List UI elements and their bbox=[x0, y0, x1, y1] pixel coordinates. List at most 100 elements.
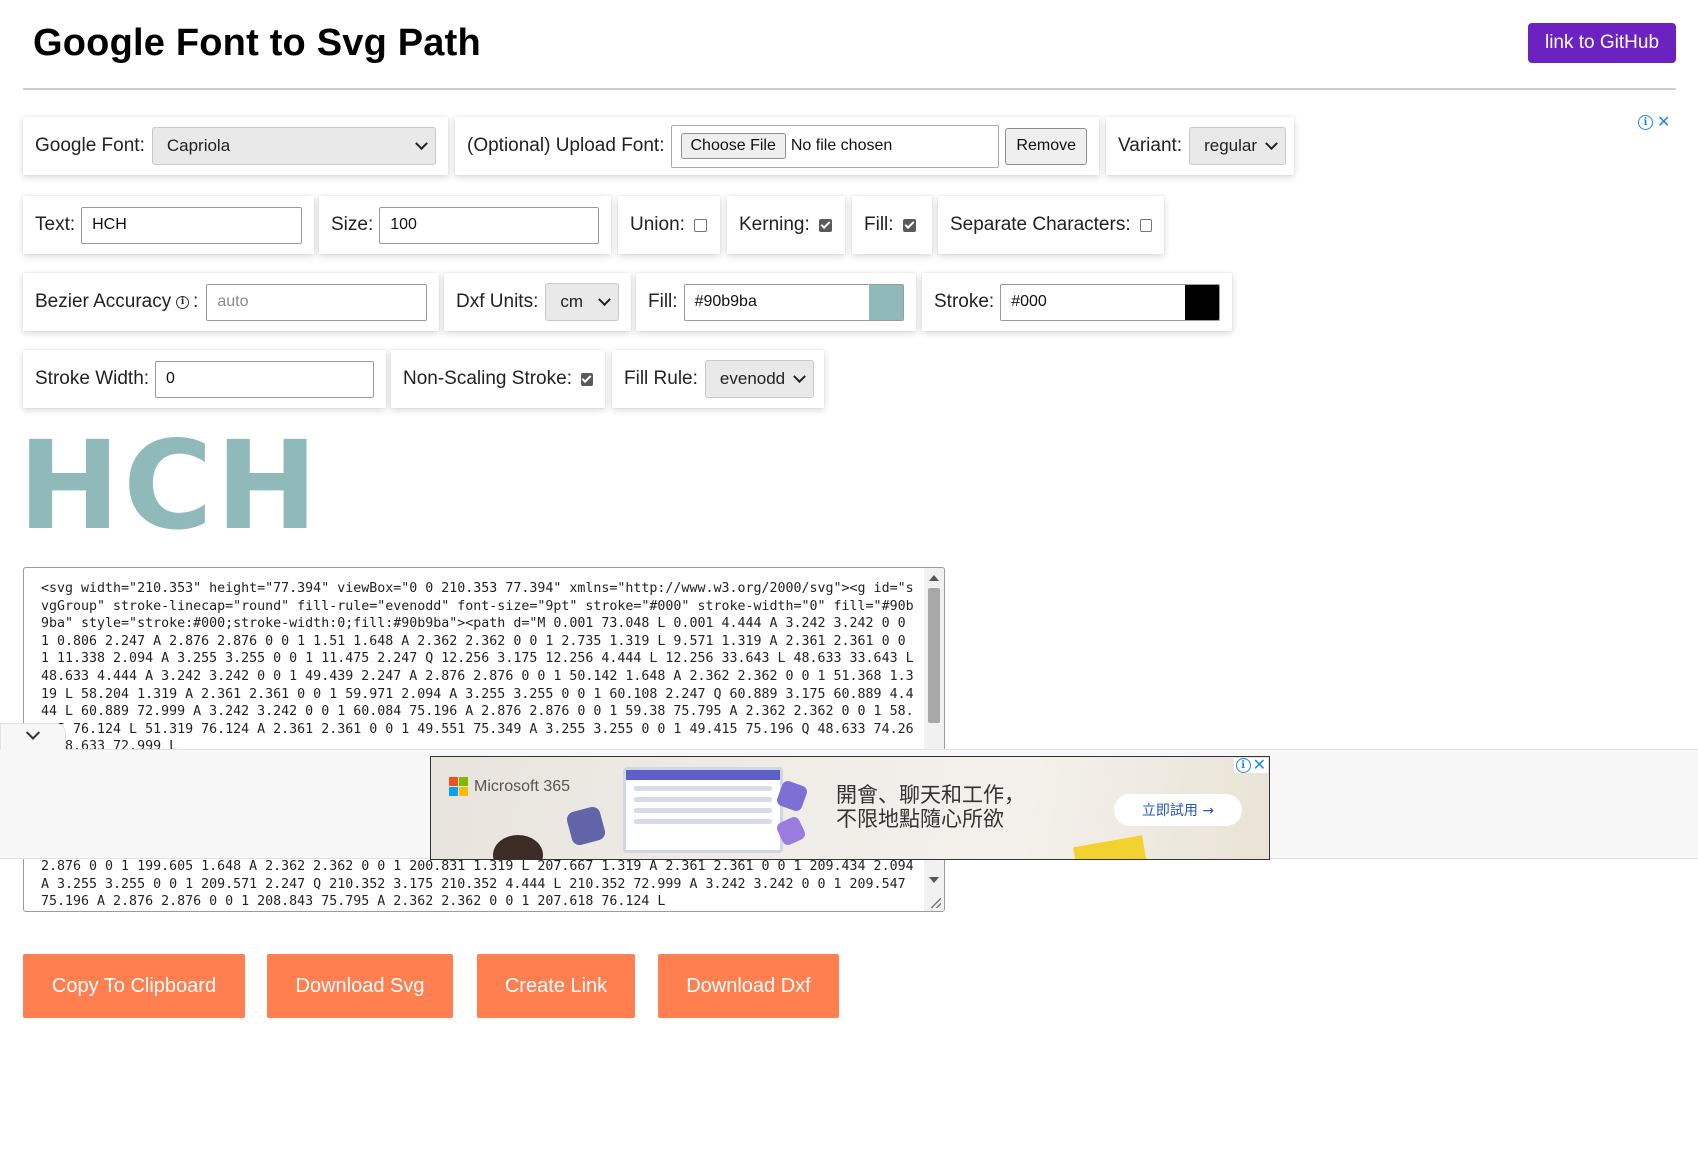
size-input-value: 100 bbox=[390, 216, 417, 233]
ad-headline: 開會、聊天和工作， 不限地點隨心所欲 bbox=[836, 783, 1025, 831]
fill-color-input[interactable]: #90b9ba bbox=[683, 283, 904, 321]
file-input[interactable]: Choose File No file chosen bbox=[670, 124, 1000, 168]
choose-file-button[interactable]: Choose File bbox=[680, 133, 786, 159]
kerning-label: Kerning: bbox=[739, 214, 810, 235]
ad-banner[interactable]: Microsoft 365 開會、聊天和工作， 不限地點隨心所欲 立即試用 → … bbox=[430, 756, 1270, 860]
fill-toggle-card: Fill: bbox=[852, 196, 932, 254]
svg-code-textarea[interactable]: <svg width="210.353" height="77.394" vie… bbox=[23, 567, 945, 912]
text-input-value: HCH bbox=[92, 216, 127, 233]
scroll-thumb[interactable] bbox=[928, 588, 940, 723]
google-font-label: Google Font: bbox=[35, 135, 145, 156]
stroke-color-label: Stroke: bbox=[934, 291, 995, 312]
create-link-button[interactable]: Create Link bbox=[477, 954, 635, 1018]
ad-close-icon[interactable]: ✕ bbox=[1253, 758, 1266, 774]
bezier-accuracy-label: Bezier Accuracy bbox=[35, 291, 172, 312]
ad-headline-line1: 開會、聊天和工作， bbox=[836, 783, 1025, 807]
teams-icon bbox=[565, 805, 607, 847]
text-card: Text: HCH bbox=[23, 196, 314, 254]
svg-code-top: <svg width="210.353" height="77.394" vie… bbox=[41, 581, 922, 755]
kerning-checkbox[interactable] bbox=[818, 218, 832, 232]
separate-characters-label: Separate Characters: bbox=[950, 214, 1131, 235]
fill-color-card: Fill: #90b9ba bbox=[636, 273, 916, 331]
fill-color-label: Fill: bbox=[648, 291, 678, 312]
non-scaling-stroke-checkbox[interactable] bbox=[580, 372, 593, 386]
separate-characters-checkbox[interactable] bbox=[1139, 218, 1152, 232]
ad-info-icon[interactable]: i bbox=[1638, 115, 1653, 130]
scroll-up-arrow-icon[interactable] bbox=[929, 575, 939, 581]
info-icon[interactable]: i bbox=[176, 295, 190, 309]
separate-characters-card: Separate Characters: bbox=[938, 196, 1164, 254]
union-label: Union: bbox=[630, 214, 685, 235]
upload-font-card: (Optional) Upload Font: Choose File No f… bbox=[455, 117, 1099, 175]
svg-code-bottom: 2.876 0 0 1 199.605 1.648 A 2.362 2.362 … bbox=[41, 859, 922, 910]
dxf-units-select[interactable]: cm bbox=[545, 283, 619, 321]
microsoft-logo-icon bbox=[449, 777, 468, 796]
stroke-width-input[interactable]: 0 bbox=[155, 360, 374, 398]
ad-close-icon[interactable]: ✕ bbox=[1657, 115, 1670, 131]
file-status: No file chosen bbox=[790, 137, 893, 154]
union-card: Union: bbox=[618, 196, 720, 254]
github-link-button[interactable]: link to GitHub bbox=[1528, 23, 1676, 63]
remove-font-button[interactable]: Remove bbox=[1005, 127, 1087, 165]
non-scaling-stroke-card: Non-Scaling Stroke: bbox=[391, 350, 605, 408]
download-dxf-button[interactable]: Download Dxf bbox=[658, 954, 839, 1018]
laptop-screen-image bbox=[623, 767, 783, 853]
stroke-width-value: 0 bbox=[166, 370, 175, 387]
svg-preview: HCH bbox=[18, 415, 321, 557]
bezier-accuracy-input[interactable]: auto bbox=[206, 283, 427, 321]
microsoft-logo: Microsoft 365 bbox=[449, 777, 570, 796]
stroke-width-card: Stroke Width: 0 bbox=[23, 350, 386, 408]
non-scaling-stroke-label: Non-Scaling Stroke: bbox=[403, 368, 572, 389]
download-svg-button[interactable]: Download Svg bbox=[267, 954, 453, 1018]
fill-color-value: #90b9ba bbox=[694, 293, 757, 310]
copy-to-clipboard-button[interactable]: Copy To Clipboard bbox=[23, 954, 245, 1018]
dxf-units-value: cm bbox=[560, 292, 584, 311]
fill-color-swatch[interactable] bbox=[869, 284, 903, 320]
scroll-down-arrow-icon[interactable] bbox=[929, 877, 939, 883]
size-card: Size: 100 bbox=[319, 196, 611, 254]
google-font-value: Capriola bbox=[166, 136, 231, 155]
ad-info-icon[interactable]: i bbox=[1235, 758, 1251, 773]
chevron-down-icon bbox=[598, 292, 611, 306]
chevron-down-icon bbox=[1265, 136, 1278, 150]
variant-select[interactable]: regular bbox=[1189, 127, 1286, 165]
text-input[interactable]: HCH bbox=[81, 206, 302, 244]
variant-value: regular bbox=[1204, 136, 1257, 155]
ad-cta-button[interactable]: 立即試用 → bbox=[1114, 794, 1242, 826]
fill-rule-value: evenodd bbox=[719, 369, 786, 388]
coffee-cup-icon bbox=[493, 835, 543, 859]
bezier-accuracy-card: Bezier Accuracy i : auto bbox=[23, 273, 439, 331]
chevron-down-icon bbox=[793, 369, 807, 383]
chevron-down-icon bbox=[25, 725, 41, 740]
size-input[interactable]: 100 bbox=[379, 206, 599, 244]
google-font-card: Google Font: Capriola bbox=[23, 117, 448, 175]
fill-rule-select[interactable]: evenodd bbox=[704, 360, 815, 398]
google-font-select[interactable]: Capriola bbox=[151, 127, 436, 165]
stroke-color-swatch[interactable] bbox=[1185, 284, 1219, 320]
fill-checkbox[interactable] bbox=[902, 218, 916, 232]
resize-handle-icon[interactable] bbox=[931, 898, 941, 908]
upload-font-label: (Optional) Upload Font: bbox=[467, 135, 665, 156]
fill-rule-label: Fill Rule: bbox=[624, 368, 698, 389]
corner-ad-controls: i ✕ bbox=[1638, 115, 1670, 131]
dxf-units-label: Dxf Units: bbox=[456, 291, 539, 312]
ad-collapse-tab[interactable] bbox=[0, 723, 66, 750]
notebook-image bbox=[1073, 835, 1149, 859]
stroke-width-label: Stroke Width: bbox=[35, 368, 150, 389]
dxf-units-card: Dxf Units: cm bbox=[444, 273, 631, 331]
page-header: Google Font to Svg Path link to GitHub bbox=[23, 0, 1676, 90]
stroke-color-value: #000 bbox=[1011, 293, 1047, 310]
variant-card: Variant: regular bbox=[1106, 117, 1294, 175]
bezier-accuracy-colon: : bbox=[193, 291, 199, 312]
stroke-color-input[interactable]: #000 bbox=[1000, 283, 1220, 321]
fill-rule-card: Fill Rule: evenodd bbox=[612, 350, 824, 408]
size-label: Size: bbox=[331, 214, 374, 235]
bezier-accuracy-placeholder: auto bbox=[217, 293, 249, 310]
page-title: Google Font to Svg Path bbox=[33, 22, 481, 64]
text-label: Text: bbox=[35, 214, 76, 235]
ad-controls: i ✕ bbox=[1233, 758, 1268, 774]
union-checkbox[interactable] bbox=[693, 218, 707, 232]
ad-brand: Microsoft 365 bbox=[474, 777, 571, 795]
ad-headline-line2: 不限地點隨心所欲 bbox=[836, 807, 1004, 831]
variant-label: Variant: bbox=[1118, 135, 1183, 156]
